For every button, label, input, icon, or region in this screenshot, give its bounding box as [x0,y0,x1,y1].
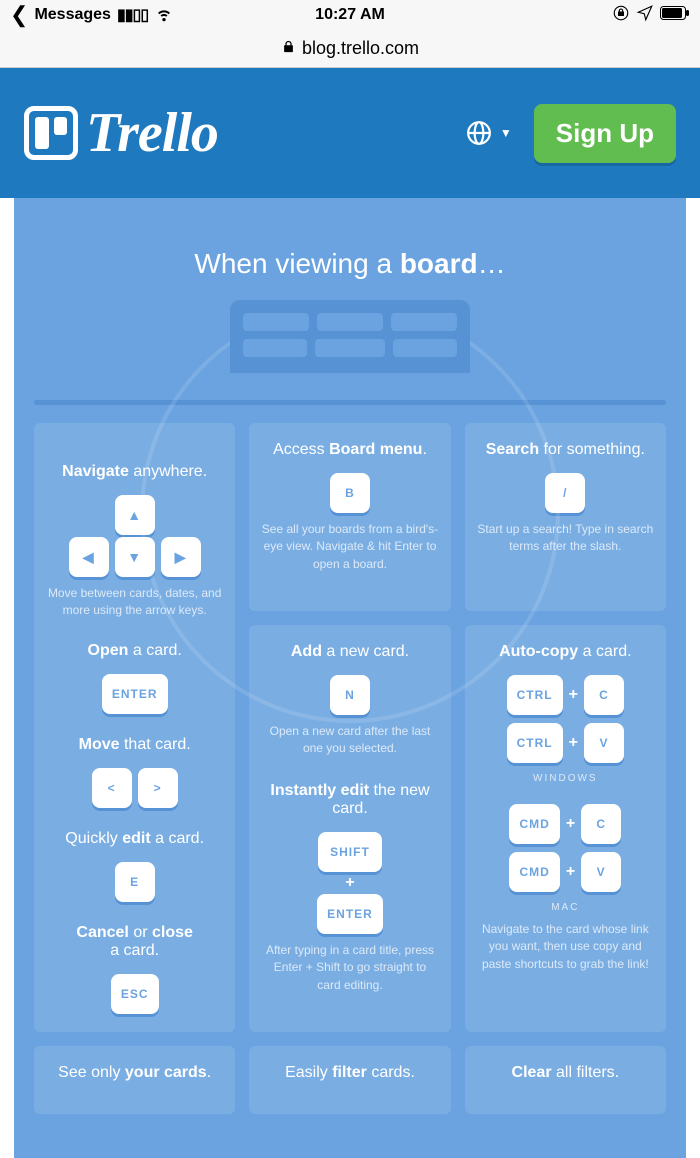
card-see-your-cards: See only your cards. [34,1046,235,1114]
signup-button[interactable]: Sign Up [534,104,676,163]
key-right: ▶ [161,537,201,577]
card-navigate: Navigate anywhere. ▲ ◀ ▼ ▶ Move between … [34,423,235,1032]
key-slash: / [545,473,585,513]
card-clear-filters: Clear all filters. [465,1046,666,1114]
key-lt: < [92,768,132,808]
key-enter2: ENTER [317,894,383,934]
os-windows-label: WINDOWS [477,773,654,784]
globe-icon [466,120,492,146]
key-left: ◀ [69,537,109,577]
key-enter: ENTER [102,674,168,714]
clock: 10:27 AM [315,6,385,24]
status-bar: ❮ Messages ▮▮▯▯ 10:27 AM [0,0,700,30]
board-illustration: ✦ ✦ [230,300,470,390]
panel-title: When viewing a board… [34,248,666,280]
key-cmd2: CMD [509,852,559,892]
key-ctrl: CTRL [507,675,563,715]
site-header: Trello ▼ Sign Up [0,68,700,198]
location-icon [636,4,654,27]
lock-icon [281,38,296,59]
battery-icon [660,6,690,25]
wifi-icon [154,3,174,28]
card-search: Search for something. / Start up a searc… [465,423,666,611]
language-selector[interactable]: ▼ [466,120,512,146]
safari-url-bar[interactable]: blog.trello.com [0,30,700,68]
key-esc: ESC [111,974,159,1014]
status-right [612,4,690,27]
shortcuts-panel: When viewing a board… ✦ ✦ Navigate anywh… [14,198,686,1158]
status-left: ❮ Messages ▮▮▯▯ [10,3,174,28]
key-ctrl2: CTRL [507,723,563,763]
plus-icon: + [345,874,354,892]
card-autocopy: Auto-copy a card. CTRL + C CTRL + V WIND… [465,625,666,1032]
cellular-signal-icon: ▮▮▯▯ [117,5,148,25]
key-c: C [584,675,624,715]
trello-logo[interactable]: Trello [24,101,218,165]
key-down: ▼ [115,537,155,577]
key-shift: SHIFT [318,832,382,872]
key-b: B [330,473,370,513]
page-body: When viewing a board… ✦ ✦ Navigate anywh… [0,198,700,1158]
key-e: E [115,862,155,902]
back-to-app[interactable]: ❮ [10,4,28,26]
trello-logo-icon [24,106,78,160]
shortcut-grid: Navigate anywhere. ▲ ◀ ▼ ▶ Move between … [34,423,666,1114]
key-v: V [584,723,624,763]
card-filter: Easily filter cards. [249,1046,450,1114]
key-c2: C [581,804,621,844]
url-domain: blog.trello.com [302,38,419,59]
divider [34,400,666,405]
os-mac-label: MAC [477,902,654,913]
key-n: N [330,675,370,715]
rotation-lock-icon [612,4,630,27]
key-cmd: CMD [509,804,559,844]
key-v2: V [581,852,621,892]
card-add-edit: Add a new card. N Open a new card after … [249,625,450,1032]
card-board-menu: Access Board menu. B See all your boards… [249,423,450,611]
key-gt: > [138,768,178,808]
key-up: ▲ [115,495,155,535]
trello-logo-text: Trello [86,101,218,165]
back-app-label[interactable]: Messages [34,6,111,24]
caret-down-icon: ▼ [500,126,512,140]
